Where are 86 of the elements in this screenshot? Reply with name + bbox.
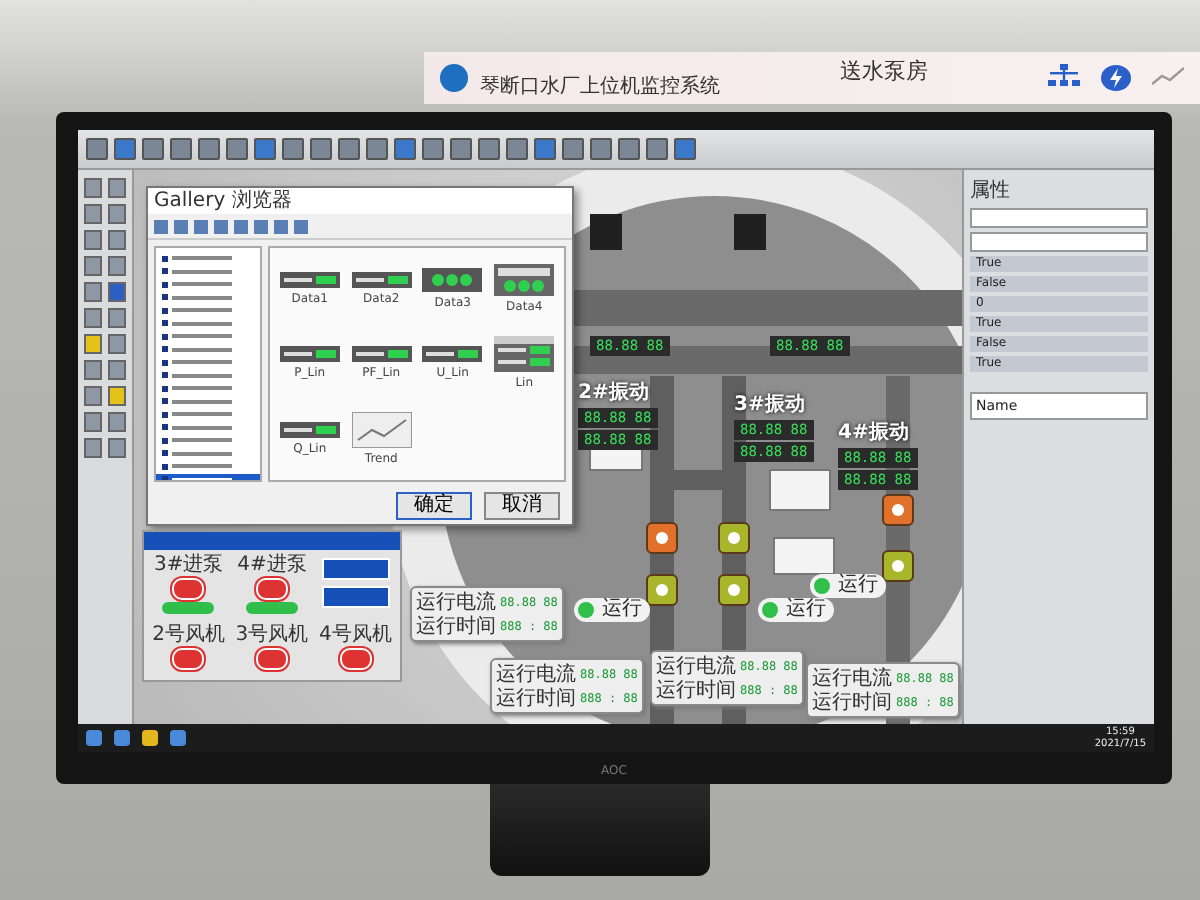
gallery-widget-icon — [494, 264, 555, 297]
readout-label: 运行电流 — [812, 665, 892, 691]
panel-title: 属性 — [970, 177, 1012, 204]
trend-icon — [1152, 64, 1184, 88]
valve-icon[interactable] — [882, 550, 914, 582]
readout-label: 运行时间 — [812, 689, 892, 716]
motor-icon — [590, 214, 622, 250]
valve-icon[interactable] — [718, 574, 750, 606]
folder-icon[interactable] — [142, 730, 158, 746]
pump-label: 4#进泵 — [237, 554, 307, 576]
fan-label: 3号风机 — [235, 623, 309, 645]
app-icon[interactable] — [170, 730, 186, 746]
dialog-title: Gallery 浏览器 — [148, 188, 572, 214]
pump-icon[interactable] — [172, 578, 205, 600]
pump-label: 3#进泵 — [153, 554, 224, 576]
toolbar-icon[interactable] — [282, 138, 304, 160]
logo-icon — [440, 64, 468, 92]
toolbar-icon[interactable] — [478, 138, 500, 160]
motor-icon — [734, 214, 766, 250]
status-toggle[interactable]: 运行 — [758, 598, 834, 622]
page-title: 送水泵房 — [838, 56, 930, 86]
toolbar-icon[interactable] — [506, 138, 528, 160]
vibration-label: 2#振动 — [578, 379, 651, 406]
gallery-widget-icon — [422, 268, 483, 293]
gallery-widget-icon — [279, 421, 340, 438]
pump-switch[interactable] — [162, 602, 215, 614]
lightning-icon — [1100, 64, 1132, 92]
toolbar-icon[interactable] — [674, 138, 696, 160]
toolbar-icon[interactable] — [590, 138, 612, 160]
equipment-box — [769, 469, 831, 511]
status-toggle[interactable]: 运行 — [810, 574, 886, 598]
readout-label: 运行时间 — [656, 677, 736, 704]
fan-label: 4号风机 — [318, 623, 392, 645]
toolbar-icon[interactable] — [114, 138, 136, 160]
pump-icon[interactable] — [255, 578, 288, 600]
toolbar-icon[interactable] — [646, 138, 668, 160]
toolbar-icon[interactable] — [226, 138, 248, 160]
valve-icon[interactable] — [646, 522, 678, 554]
object-dropdown[interactable] — [970, 208, 1148, 228]
toolbar-icon[interactable] — [366, 138, 388, 160]
toolbar-icon[interactable] — [422, 138, 444, 160]
valve-icon[interactable] — [646, 574, 678, 606]
edge-icon[interactable] — [114, 730, 130, 746]
readout-label: 运行电流 — [416, 589, 496, 615]
gallery-widget-icon — [351, 272, 412, 289]
toolbar-icon[interactable] — [142, 138, 164, 160]
gallery-widget-icon — [279, 272, 340, 289]
toolbar-icon[interactable] — [338, 138, 360, 160]
system-title: 琴断口水厂上位机监控系统 — [480, 73, 720, 100]
gallery-widget-icon — [422, 346, 483, 363]
toolbar-icon[interactable] — [562, 138, 584, 160]
fan-icon[interactable] — [172, 647, 205, 669]
fan-label: 2号风机 — [152, 623, 226, 645]
status-toggle[interactable]: 运行 — [574, 598, 650, 622]
toolbar-icon[interactable] — [450, 138, 472, 160]
fan-icon[interactable] — [255, 647, 288, 669]
cancel-button[interactable]: 取消 — [484, 492, 560, 520]
readout-label: 运行时间 — [416, 613, 496, 640]
gallery-widget-icon — [351, 411, 412, 448]
readout-label: 运行电流 — [496, 661, 576, 687]
readout-label: 运行时间 — [496, 685, 576, 712]
gallery-widget-icon — [279, 346, 340, 363]
toolbar-icon[interactable] — [86, 138, 108, 160]
toolbar-icon[interactable] — [310, 138, 332, 160]
toolbar-icon[interactable] — [534, 138, 556, 160]
gallery-widget-icon — [351, 346, 412, 363]
toolbar-icon[interactable] — [394, 138, 416, 160]
object-dropdown[interactable] — [970, 232, 1148, 252]
toolbar-icon[interactable] — [198, 138, 220, 160]
toolbar-icon[interactable] — [170, 138, 192, 160]
windows-icon[interactable] — [86, 730, 102, 746]
pump-switch[interactable] — [245, 602, 298, 614]
fan-icon[interactable] — [339, 647, 372, 669]
equipment-box — [773, 537, 835, 575]
network-icon — [1048, 64, 1080, 88]
valve-icon[interactable] — [718, 522, 750, 554]
command-button[interactable] — [321, 558, 390, 580]
gallery-widget-icon — [494, 336, 555, 373]
valve-icon[interactable] — [882, 494, 914, 526]
vibration-label: 3#振动 — [734, 391, 807, 418]
toolbar-icon[interactable] — [254, 138, 276, 160]
command-button[interactable] — [321, 586, 390, 608]
ok-button[interactable]: 确定 — [396, 492, 472, 520]
readout-label: 运行电流 — [656, 653, 736, 679]
toolbar-icon[interactable] — [618, 138, 640, 160]
vibration-label: 4#振动 — [838, 419, 911, 446]
